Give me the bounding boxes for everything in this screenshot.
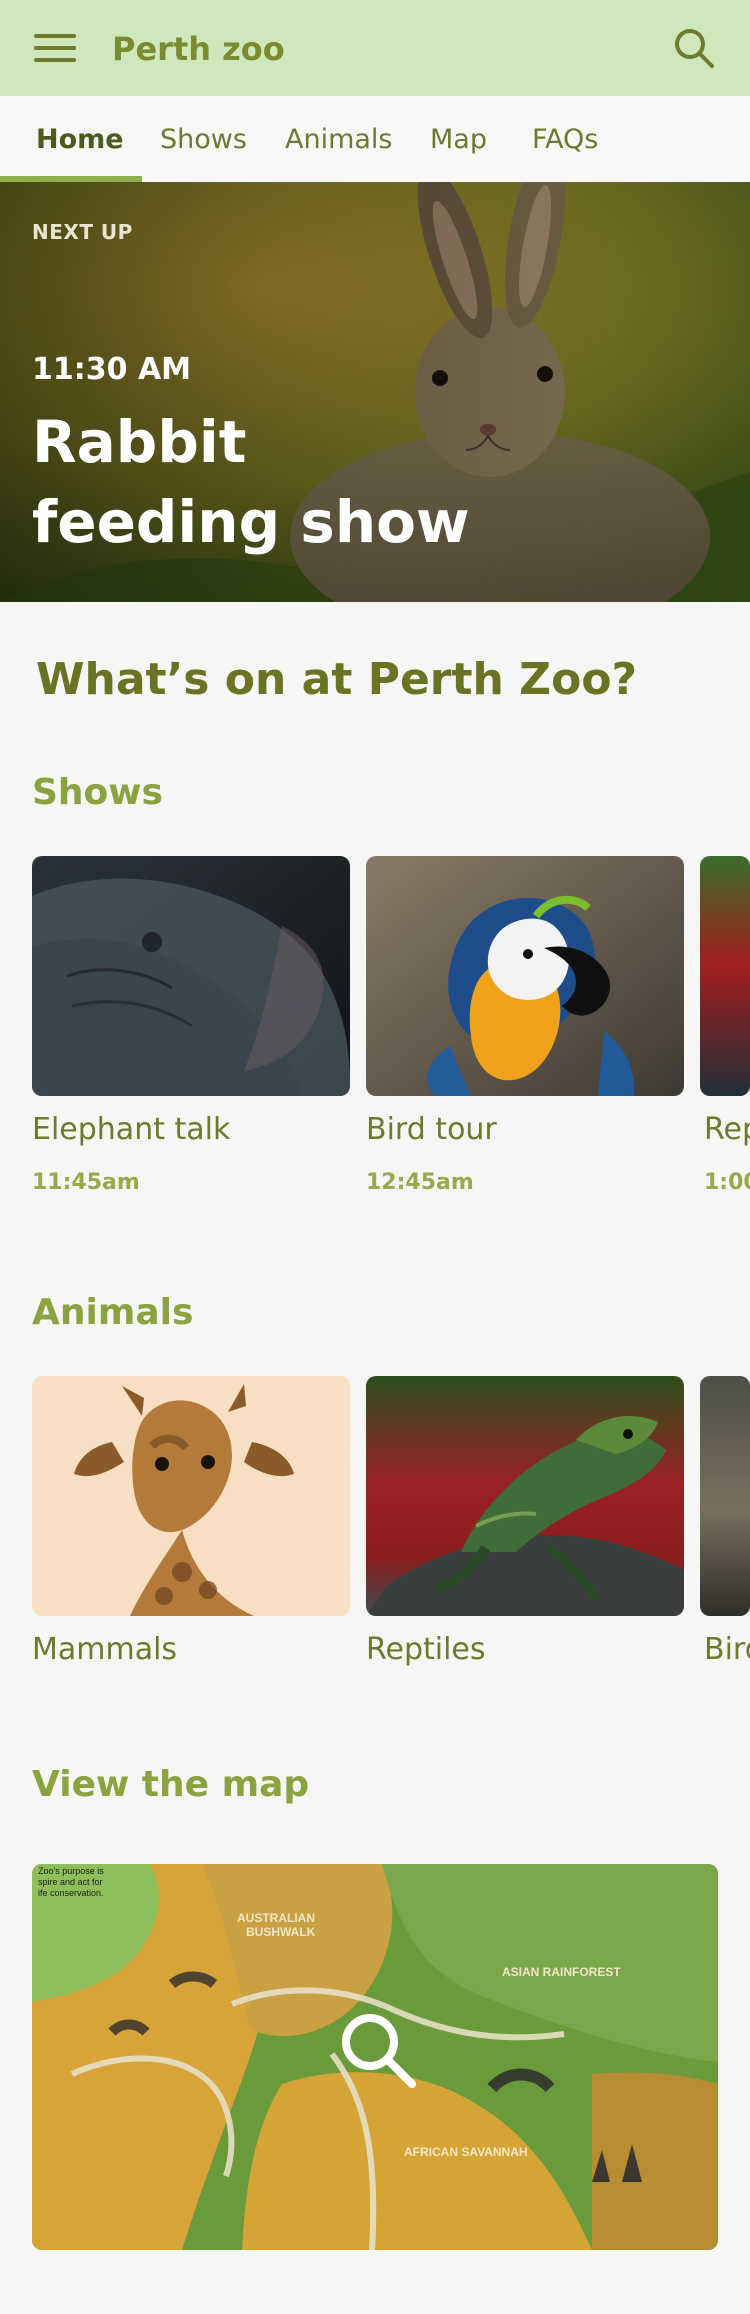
tab-animals[interactable]: Animals — [285, 124, 393, 155]
show-time-elephant: 11:45am — [32, 1170, 140, 1195]
map-corner-text-2: spire and act for — [38, 1877, 103, 1887]
section-title-animals: Animals — [32, 1292, 194, 1333]
animal-label-mammals[interactable]: Mammals — [32, 1632, 177, 1667]
tab-shows[interactable]: Shows — [160, 124, 247, 155]
tab-bar: Home Shows Animals Map FAQs — [0, 96, 750, 183]
hero-eyebrow: NEXT UP — [32, 220, 133, 244]
partial-show-image — [700, 856, 750, 1096]
show-card-elephant[interactable] — [32, 856, 350, 1096]
tab-map[interactable]: Map — [430, 124, 487, 155]
show-label-partial[interactable]: Rep — [704, 1112, 750, 1147]
show-label-elephant[interactable]: Elephant talk — [32, 1112, 230, 1147]
map-label-bushwalk: BUSHWALK — [246, 1925, 316, 1939]
menu-icon[interactable] — [34, 34, 76, 62]
map-preview[interactable]: Zoo's purpose is spire and act for ife c… — [32, 1864, 718, 2250]
map-corner-text-1: Zoo's purpose is — [38, 1866, 104, 1876]
search-icon[interactable] — [332, 2004, 422, 2094]
animal-label-reptiles[interactable]: Reptiles — [366, 1632, 486, 1667]
page-heading: What’s on at Perth Zoo? — [36, 654, 638, 705]
section-title-shows: Shows — [32, 772, 163, 813]
search-icon[interactable] — [672, 26, 716, 70]
lizard-image — [366, 1376, 684, 1616]
show-label-bird[interactable]: Bird tour — [366, 1112, 497, 1147]
animal-card-mammals[interactable] — [32, 1376, 350, 1616]
hero-time: 11:30 AM — [32, 352, 192, 387]
giraffe-image — [32, 1376, 350, 1616]
show-time-bird: 12:45am — [366, 1170, 474, 1195]
hero-title: Rabbit feeding show — [32, 408, 470, 556]
tab-faqs[interactable]: FAQs — [532, 124, 598, 155]
show-time-partial: 1:00 — [704, 1170, 750, 1195]
map-label-asian: ASIAN RAINFOREST — [502, 1965, 621, 1979]
macaw-image — [366, 856, 684, 1096]
animal-card-reptiles[interactable] — [366, 1376, 684, 1616]
animal-label-partial[interactable]: Bird — [704, 1632, 750, 1667]
partial-animal-image — [700, 1376, 750, 1616]
app-title: Perth zoo — [112, 30, 285, 68]
map-label-african: AFRICAN SAVANNAH — [404, 2145, 528, 2159]
elephant-image — [32, 856, 350, 1096]
show-card-reptile-partial[interactable] — [700, 856, 750, 1096]
tab-home[interactable]: Home — [36, 124, 124, 155]
animal-card-bird-partial[interactable] — [700, 1376, 750, 1616]
app-bar: Perth zoo — [0, 0, 750, 96]
next-up-hero[interactable]: NEXT UP 11:30 AM Rabbit feeding show — [0, 182, 750, 602]
show-card-bird[interactable] — [366, 856, 684, 1096]
map-corner-text-3: ife conservation. — [38, 1888, 104, 1898]
map-label-australian: AUSTRALIAN — [237, 1911, 315, 1925]
section-title-map: View the map — [32, 1764, 310, 1805]
